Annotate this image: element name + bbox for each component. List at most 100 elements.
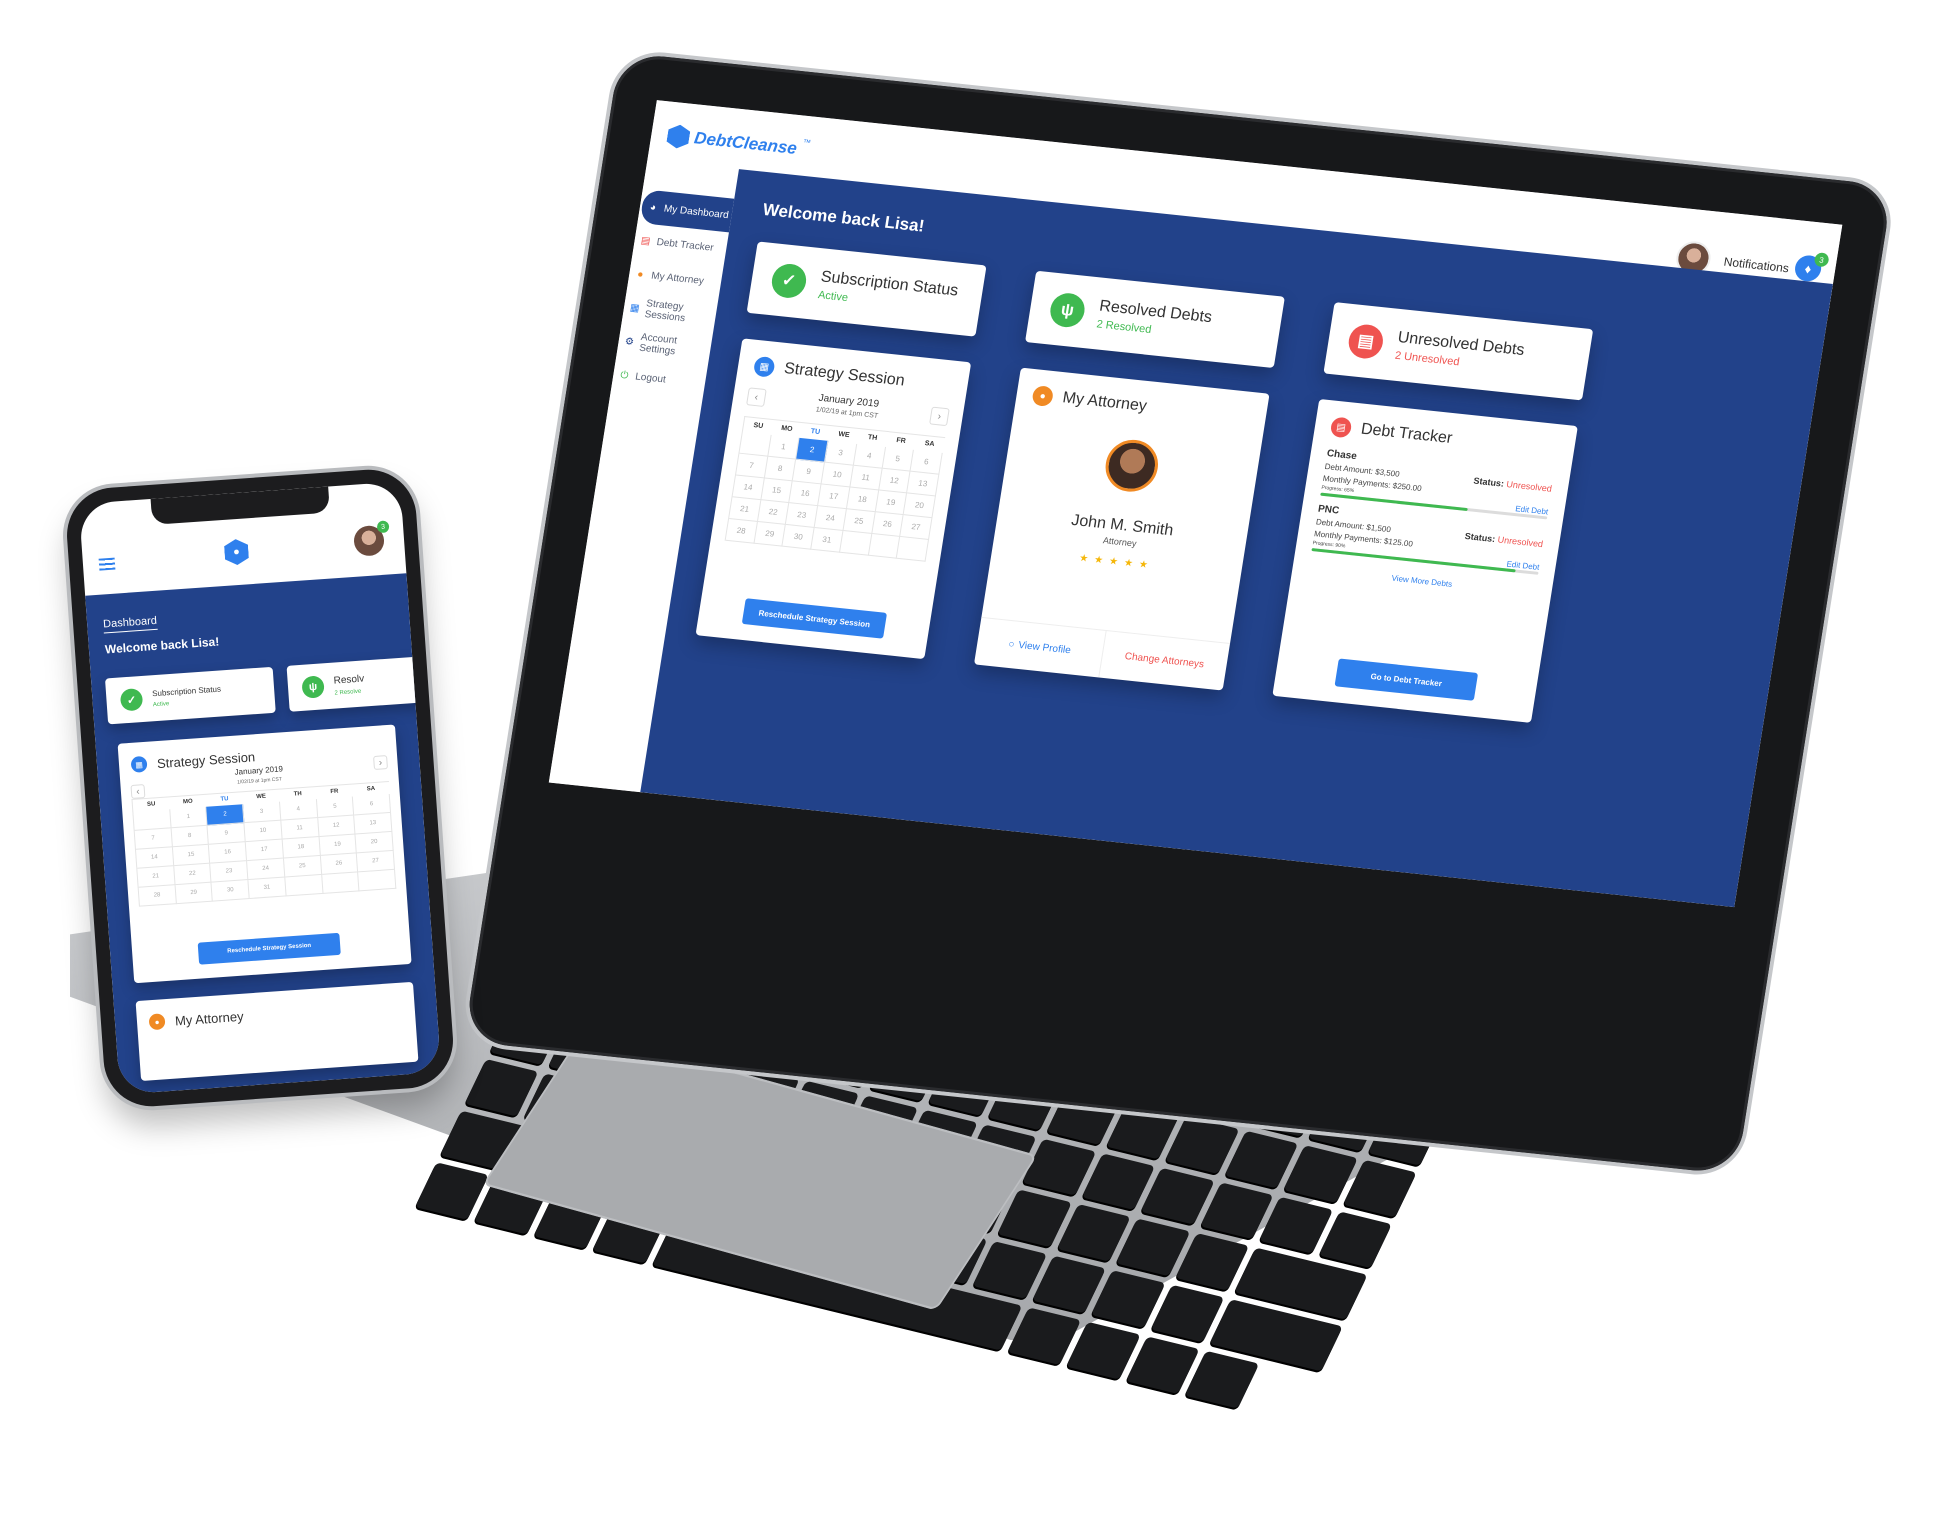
notifications-label[interactable]: Notifications [1723,255,1790,276]
card-title: Resolv [333,672,365,687]
calendar-day[interactable]: 17 [818,484,851,510]
droplet-icon[interactable]: ● [224,538,250,566]
chevron-left-icon[interactable]: ‹ [130,784,146,799]
calendar-day-selected[interactable]: 2 [206,804,245,826]
phone-device: ● 3 Dashboard Welcome back Lisa! ✓ Subsc… [63,466,457,1110]
calendar-day[interactable]: 4 [853,443,886,469]
go-to-debt-tracker-button[interactable]: Go to Debt Tracker [1334,658,1479,701]
my-attorney-card: ● My Attorney [135,981,419,1082]
calendar-day[interactable]: 3 [243,801,282,824]
calendar-grid: SU MO TU WE TH FR SA 1 2 3 4 5 6 7 8 9 10 11 12 13 14 15 16 17 1… [724,415,946,562]
calendar-day[interactable]: 10 [821,462,854,488]
hamburger-menu-icon[interactable] [98,557,116,571]
calendar-day [739,431,772,457]
calendar-day[interactable]: 23 [786,503,819,528]
notification-badge: 3 [376,520,390,534]
phone-screen: ● 3 Dashboard Welcome back Lisa! ✓ Subsc… [78,481,442,1095]
gear-icon: ⚙ [624,335,635,348]
brand-logo[interactable]: DebtCleanse ™ [666,124,812,163]
handshake-icon: ψ [1047,291,1088,329]
calendar-icon: ▦ [130,755,148,773]
chevron-left-icon[interactable]: ‹ [746,387,767,407]
calendar-day[interactable]: 31 [248,877,287,899]
trademark-symbol: ™ [802,137,812,148]
calendar-day [133,809,172,831]
calendar-day[interactable]: 22 [173,863,212,886]
sidebar-item-label: My Attorney [650,270,705,287]
reschedule-button[interactable]: Reschedule Strategy Session [197,932,341,965]
keyboard-key [1342,1159,1417,1218]
sidebar-item-label: Logout [634,370,667,386]
calendar-day[interactable]: 23 [210,861,249,883]
calendar-day[interactable]: 7 [134,828,173,850]
calendar-day[interactable]: 30 [211,880,250,902]
change-attorneys-link[interactable]: Change Attorneys [1097,630,1230,691]
calendar-day[interactable]: 1 [169,806,208,829]
sidebar-item-label: My Dashboard [663,203,730,221]
calendar-day[interactable]: 9 [207,823,246,845]
calendar-day[interactable]: 26 [871,512,904,537]
calendar-day[interactable]: 19 [875,490,908,516]
resolved-value: 2 Resolve [334,688,362,697]
calendar-day[interactable]: 16 [209,842,248,864]
unresolved-debts-card: ▤ Unresolved Debts 2 Unresolved [1323,302,1594,401]
calendar-day[interactable]: 14 [136,847,174,869]
chart-icon: ▤ [640,234,652,247]
subscription-status-card: ✓ Subscription Status Active [104,666,276,725]
reschedule-button[interactable]: Reschedule Strategy Session [741,598,888,639]
calendar-day[interactable]: 9 [793,459,826,485]
calendar-day[interactable]: 28 [725,518,758,544]
calendar-day [839,530,872,556]
person-icon: ● [148,1013,166,1031]
calendar-day[interactable]: 5 [882,446,915,472]
calendar-day[interactable]: 29 [175,882,214,905]
calendar-day[interactable]: 22 [757,500,790,525]
calendar-day[interactable]: 15 [172,844,211,867]
calendar-day[interactable]: 6 [910,449,943,475]
calendar-grid: SU MO TU WE TH FR SA 1 2 3 4 5 6 7 8 9 10 11 12 13 14 15 16 17 1… [131,780,397,907]
calendar-day[interactable]: 18 [846,487,879,513]
calendar-day-selected[interactable]: 2 [796,437,829,463]
calendar-day[interactable]: 20 [903,493,936,519]
attorney-avatar [1101,437,1162,495]
person-icon: ○ [1007,638,1016,651]
chevron-right-icon[interactable]: › [929,406,950,427]
calendar-day[interactable]: 27 [900,515,933,540]
calendar-day[interactable]: 21 [729,497,762,522]
calendar-day[interactable]: 10 [244,820,283,843]
calendar-day[interactable]: 7 [735,453,768,479]
strategy-session-card: ▦ Strategy Session ‹ › January 2019 1/02… [117,724,412,984]
calendar-day[interactable]: 13 [907,471,940,497]
dashboard-icon: ◕ [649,201,657,214]
calendar-day[interactable]: 24 [814,506,847,531]
calendar-day[interactable]: 31 [811,527,844,553]
calendar-day[interactable]: 14 [732,475,765,501]
card-title: Debt Tracker [1359,420,1454,448]
calendar-day[interactable]: 16 [789,481,822,507]
calendar-day [868,533,901,559]
chevron-right-icon[interactable]: › [373,755,388,771]
calendar-day[interactable]: 15 [761,478,794,504]
welcome-heading: Welcome back Lisa! [104,634,220,657]
view-profile-link[interactable]: ○ View Profile [974,618,1105,677]
calendar-day[interactable]: 3 [825,440,858,466]
calendar-day[interactable]: 1 [767,434,800,460]
card-title: My Attorney [1061,389,1149,415]
calendar-day[interactable]: 28 [138,885,177,907]
calendar-day[interactable]: 8 [171,825,210,848]
breadcrumb[interactable]: Dashboard [102,614,158,634]
calendar-day[interactable]: 21 [137,866,176,888]
calendar-day[interactable]: 29 [754,521,787,547]
calendar-day[interactable]: 11 [850,465,883,491]
calendar-day[interactable]: 12 [878,468,911,494]
chart-icon: ▤ [1329,416,1353,439]
calendar-day[interactable]: 17 [245,839,284,862]
power-icon: ⏻ [619,369,630,382]
calendar-day[interactable]: 8 [764,456,797,482]
mobile-main: Dashboard Welcome back Lisa! ✓ Subscript… [85,573,442,1095]
calendar-day[interactable]: 30 [782,524,815,550]
star-icon: ★ [1137,559,1155,572]
calendar-day[interactable]: 25 [843,509,876,534]
main-content: Welcome back Lisa! ✓ Subscription Status… [640,169,1833,908]
calendar-icon: ▦ [752,355,776,378]
